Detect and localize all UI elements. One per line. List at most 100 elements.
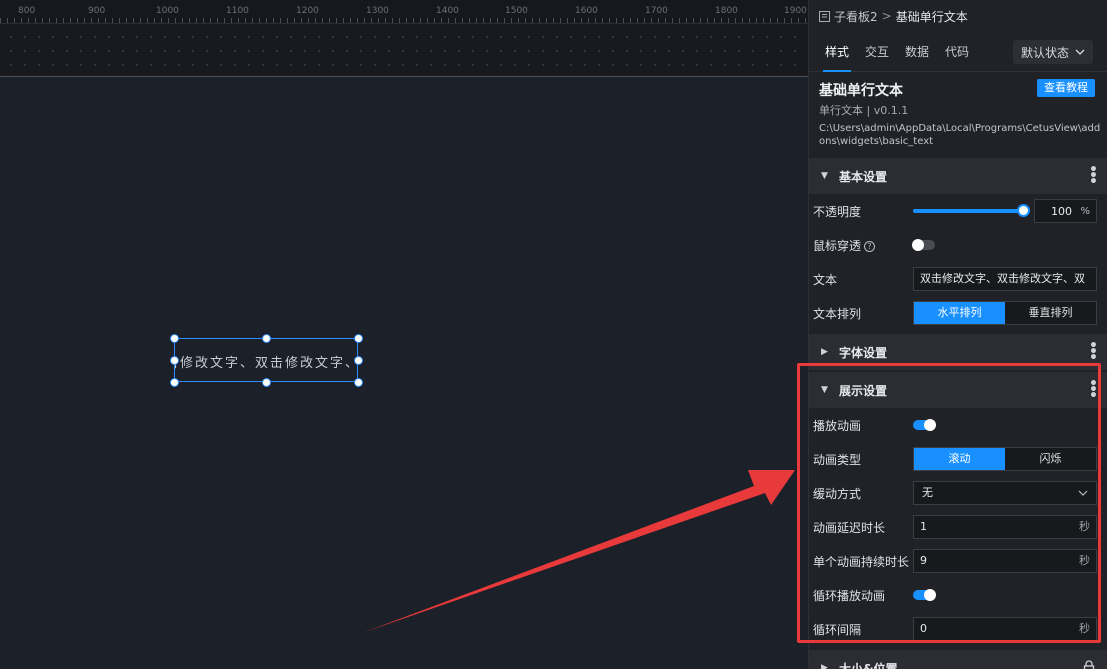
loop-row: 循环播放动画: [809, 578, 1107, 612]
delay-value: 1: [920, 520, 927, 533]
breadcrumb-parent[interactable]: 子看板2: [834, 8, 878, 25]
resize-handle-bottom-left[interactable]: [170, 378, 179, 387]
animation-scroll-button[interactable]: 滚动: [914, 448, 1005, 470]
opacity-slider-track[interactable]: [913, 209, 1025, 213]
animation-type-segmented: 滚动 闪烁: [913, 447, 1097, 471]
seconds-unit: 秒: [1079, 554, 1090, 567]
more-vertical-icon[interactable]: • • •: [1089, 377, 1098, 403]
board-icon: [819, 10, 830, 22]
section-title: 基本设置: [839, 169, 888, 184]
opacity-slider-handle[interactable]: [1017, 204, 1030, 217]
ruler-label: 1300: [366, 6, 389, 16]
animation-type-row: 动画类型 滚动 闪烁: [809, 442, 1107, 476]
tab-style[interactable]: 样式: [817, 32, 857, 72]
resize-handle-top-right[interactable]: [354, 334, 363, 343]
caret-right-icon: ▶: [821, 347, 828, 357]
resize-handle-bottom[interactable]: [262, 378, 271, 387]
opacity-value: 100: [1051, 204, 1072, 218]
chevron-down-icon: [1078, 490, 1088, 496]
animation-blink-button[interactable]: 闪烁: [1005, 448, 1096, 470]
state-dropdown[interactable]: 默认状态: [1013, 40, 1093, 64]
play-animation-label: 播放动画: [813, 418, 862, 433]
ruler-label: 1800: [715, 6, 738, 16]
interval-label: 循环间隔: [813, 622, 862, 637]
layout-segmented: 水平排列 垂直排列: [913, 301, 1097, 325]
loop-toggle[interactable]: [913, 589, 936, 601]
section-title: 字体设置: [839, 345, 888, 360]
breadcrumb-current: 基础单行文本: [895, 9, 968, 24]
widget-text: 击修改文字、双击修改文字、双击: [174, 356, 358, 371]
state-dropdown-value: 默认状态: [1021, 45, 1070, 60]
ruler-label: 1400: [436, 6, 459, 16]
delay-input[interactable]: 1 秒: [913, 515, 1097, 539]
ruler-label: 1200: [296, 6, 319, 16]
ruler-label: 1500: [505, 6, 528, 16]
ruler-label: 1600: [575, 6, 598, 16]
easing-value: 无: [922, 486, 933, 499]
more-vertical-icon[interactable]: • • •: [1089, 163, 1098, 189]
delay-label: 动画延迟时长: [813, 520, 886, 535]
opacity-input[interactable]: 100 %: [1034, 199, 1097, 223]
interval-input[interactable]: 0 秒: [913, 617, 1097, 641]
ruler-ticks: [0, 18, 808, 23]
easing-dropdown[interactable]: 无: [913, 481, 1097, 505]
duration-input[interactable]: 9 秒: [913, 549, 1097, 573]
layout-label: 文本排列: [813, 306, 862, 321]
layout-horizontal-button[interactable]: 水平排列: [914, 302, 1005, 324]
resize-handle-left[interactable]: [170, 356, 179, 365]
section-font-settings[interactable]: ▶ 字体设置 • • •: [809, 334, 1107, 370]
tab-code[interactable]: 代码: [937, 32, 977, 72]
ruler-label: 1100: [226, 6, 249, 16]
toggle-knob: [924, 419, 936, 431]
selected-text-widget[interactable]: 击修改文字、双击修改文字、双击: [174, 338, 358, 382]
duration-row: 单个动画持续时长 9 秒: [809, 544, 1107, 578]
ruler-label: 1900: [784, 6, 807, 16]
breadcrumb-separator: >: [881, 9, 892, 23]
stage-boundary-line: [0, 76, 808, 77]
ruler-label: 900: [88, 6, 106, 16]
passthrough-toggle[interactable]: [912, 239, 935, 251]
toggle-knob: [924, 589, 936, 601]
ruler-label: 1700: [645, 6, 668, 16]
resize-handle-top[interactable]: [262, 334, 271, 343]
section-title: 大小&位置: [839, 661, 898, 669]
section-display-settings[interactable]: ▼ 展示设置 • • •: [809, 372, 1107, 408]
dotted-stage-strip: [0, 24, 808, 76]
chevron-down-icon: [1075, 49, 1085, 55]
section-basic-settings[interactable]: ▼ 基本设置 • • •: [809, 158, 1107, 194]
play-animation-toggle[interactable]: [913, 419, 936, 431]
help-icon[interactable]: ?: [864, 240, 876, 252]
duration-label: 单个动画持续时长: [813, 554, 910, 569]
tab-interaction[interactable]: 交互: [857, 32, 897, 72]
animation-type-label: 动画类型: [813, 452, 862, 467]
panel-tabs: 样式 交互 数据 代码 默认状态: [809, 32, 1107, 72]
ruler-label: 800: [18, 6, 36, 16]
delay-row: 动画延迟时长 1 秒: [809, 510, 1107, 544]
section-size-position[interactable]: ▶ 大小&位置: [809, 650, 1107, 669]
lock-icon[interactable]: [1083, 660, 1095, 669]
view-tutorial-button[interactable]: 查看教程: [1037, 79, 1095, 97]
text-label: 文本: [813, 272, 838, 287]
caret-down-icon: ▼: [821, 385, 828, 395]
canvas-area[interactable]: 800 900 1000 1100 1200 1300 1400 1500 16…: [0, 0, 808, 669]
more-vertical-icon[interactable]: • • •: [1089, 339, 1098, 365]
ruler-label: 1000: [156, 6, 179, 16]
play-animation-row: 播放动画: [809, 408, 1107, 442]
opacity-label: 不透明度: [813, 204, 862, 219]
annotation-arrow: [362, 470, 795, 633]
caret-down-icon: ▼: [821, 171, 828, 181]
toggle-knob: [912, 239, 924, 251]
interval-row: 循环间隔 0 秒: [809, 612, 1107, 646]
passthrough-label: 鼠标穿透?: [813, 237, 913, 254]
percent-unit: %: [1080, 205, 1090, 217]
resize-handle-bottom-right[interactable]: [354, 378, 363, 387]
resize-handle-top-left[interactable]: [170, 334, 179, 343]
tab-data[interactable]: 数据: [897, 32, 937, 72]
layout-vertical-button[interactable]: 垂直排列: [1005, 302, 1096, 324]
widget-version: 单行文本 | v0.1.1: [819, 104, 909, 117]
seconds-unit: 秒: [1079, 520, 1090, 533]
interval-value: 0: [920, 622, 927, 635]
resize-handle-right[interactable]: [354, 356, 363, 365]
breadcrumb: 子看板2 > 基础单行文本: [809, 0, 1107, 32]
text-content-input[interactable]: 双击修改文字、双击修改文字、双: [913, 267, 1097, 291]
